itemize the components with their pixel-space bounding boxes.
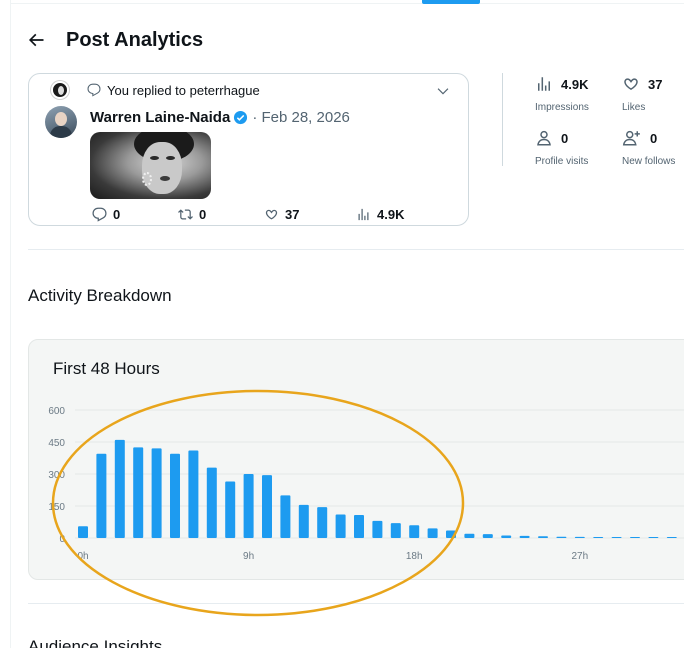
chart-bar[interactable] [372, 520, 383, 538]
back-button[interactable] [18, 22, 54, 58]
chart-bar[interactable] [464, 533, 475, 538]
arrow-left-icon [28, 33, 44, 47]
author-avatar[interactable] [45, 106, 77, 138]
y-tick-label: 300 [48, 470, 65, 481]
reply-button[interactable]: 0 [92, 207, 178, 222]
chart-bar[interactable] [354, 514, 364, 538]
likes-label: Likes [622, 102, 646, 113]
audience-insights-title: Audience Insights [28, 637, 163, 648]
likes-value: 37 [648, 76, 663, 92]
person-add-icon [622, 130, 640, 146]
person-icon [537, 130, 551, 146]
chart-bar[interactable] [556, 536, 567, 538]
x-tick-label: 27h [571, 551, 588, 562]
bar-chart-icon [538, 77, 550, 91]
top-border [10, 3, 684, 4]
page-header: Post Analytics [28, 22, 203, 58]
chart-bar[interactable] [262, 475, 272, 538]
chart-bar[interactable] [114, 439, 125, 538]
chart-bar[interactable] [151, 448, 162, 538]
like-button[interactable]: 37 [264, 207, 356, 222]
chart-bar[interactable] [446, 530, 456, 538]
chart-bar[interactable] [170, 453, 180, 538]
y-tick-label: 150 [48, 502, 65, 513]
reply-count: 0 [113, 206, 121, 222]
page-title: Post Analytics [66, 28, 204, 51]
author-name[interactable]: Warren Laine-Naida [90, 109, 230, 126]
heart-icon [624, 78, 638, 91]
chart-bar[interactable] [501, 535, 512, 538]
chart-bar[interactable] [78, 526, 88, 538]
impressions-label: Impressions [535, 102, 589, 113]
chart-bar[interactable] [630, 537, 640, 538]
new-follows-label: New follows [622, 156, 676, 167]
views-count: 4.9K [377, 206, 405, 222]
chart-bar[interactable] [648, 537, 659, 538]
like-count: 37 [285, 206, 300, 222]
x-tick-label: 9h [243, 551, 254, 562]
post-date[interactable]: · Feb 28, 2026 [252, 109, 350, 126]
chart-bar[interactable] [427, 528, 438, 538]
section-divider [28, 603, 684, 604]
x-tick-label: 0h [77, 551, 88, 562]
active-tab-indicator [422, 0, 480, 4]
chart-bar[interactable] [519, 535, 530, 538]
impressions-value: 4.9K [561, 76, 589, 92]
post-media-image[interactable] [90, 132, 211, 199]
post-card[interactable]: You replied to peterrhague Warren Laine-… [28, 73, 469, 226]
stat-impressions[interactable]: 4.9K Impressions [535, 74, 589, 114]
chart-bar[interactable] [225, 481, 236, 538]
profile-visits-label: Profile visits [535, 156, 589, 167]
activity-chart-card: First 48 Hours 0 150 300 450 600 0h 9h 18h 27h [28, 339, 684, 580]
stat-profile-visits[interactable]: 0 Profile visits [535, 128, 589, 168]
chart-bar[interactable] [335, 514, 346, 538]
y-tick-label: 600 [48, 406, 65, 417]
reply-bubble-icon [87, 83, 101, 97]
reply-context: You replied to peterrhague [51, 81, 260, 99]
stat-likes[interactable]: 37 Likes [622, 74, 663, 114]
chart-bar[interactable] [611, 537, 622, 538]
chart-bar[interactable] [317, 507, 328, 538]
repost-icon [178, 208, 193, 220]
chart-bar[interactable] [96, 453, 107, 538]
chart-bar[interactable] [574, 536, 585, 538]
chart-bar[interactable] [133, 447, 144, 538]
reply-context-text: You replied to peterrhague [107, 82, 260, 98]
heart-icon [265, 209, 278, 220]
new-follows-value: 0 [650, 130, 658, 146]
chart-bar[interactable] [482, 534, 493, 538]
section-divider [28, 249, 684, 250]
chart-bar[interactable] [188, 450, 199, 538]
vertical-divider [502, 73, 503, 166]
post-actions: 0 0 37 4.9K [92, 205, 404, 223]
stat-new-follows[interactable]: 0 New follows [622, 128, 676, 168]
repost-count: 0 [199, 206, 207, 222]
chart-bar[interactable] [206, 467, 217, 538]
activity-bar-chart[interactable]: 0 150 300 450 600 0h 9h 18h 27h [29, 340, 684, 581]
bar-chart-icon [358, 208, 369, 220]
activity-breakdown-title: Activity Breakdown [28, 286, 172, 305]
repost-button[interactable]: 0 [178, 207, 264, 222]
reply-icon [92, 207, 107, 222]
chart-bar[interactable] [409, 525, 420, 538]
chevron-down-icon[interactable] [436, 84, 450, 103]
profile-visits-value: 0 [561, 130, 569, 146]
author-row: Warren Laine-Naida · Feb 28, 2026 [90, 107, 350, 127]
left-border [10, 0, 11, 648]
x-tick-label: 18h [406, 551, 423, 562]
views-button[interactable]: 4.9K [356, 207, 404, 222]
replied-user-avatar [51, 81, 69, 99]
y-tick-label: 450 [48, 438, 65, 449]
y-tick-label: 0 [59, 534, 65, 545]
chart-bar[interactable] [298, 504, 309, 538]
chart-bar[interactable] [538, 536, 548, 538]
chart-bar[interactable] [243, 474, 254, 538]
verified-badge-icon [233, 110, 248, 125]
chart-bar[interactable] [593, 537, 604, 538]
chart-bar[interactable] [666, 537, 677, 538]
chart-bar[interactable] [390, 523, 401, 538]
chart-bar[interactable] [280, 495, 291, 538]
